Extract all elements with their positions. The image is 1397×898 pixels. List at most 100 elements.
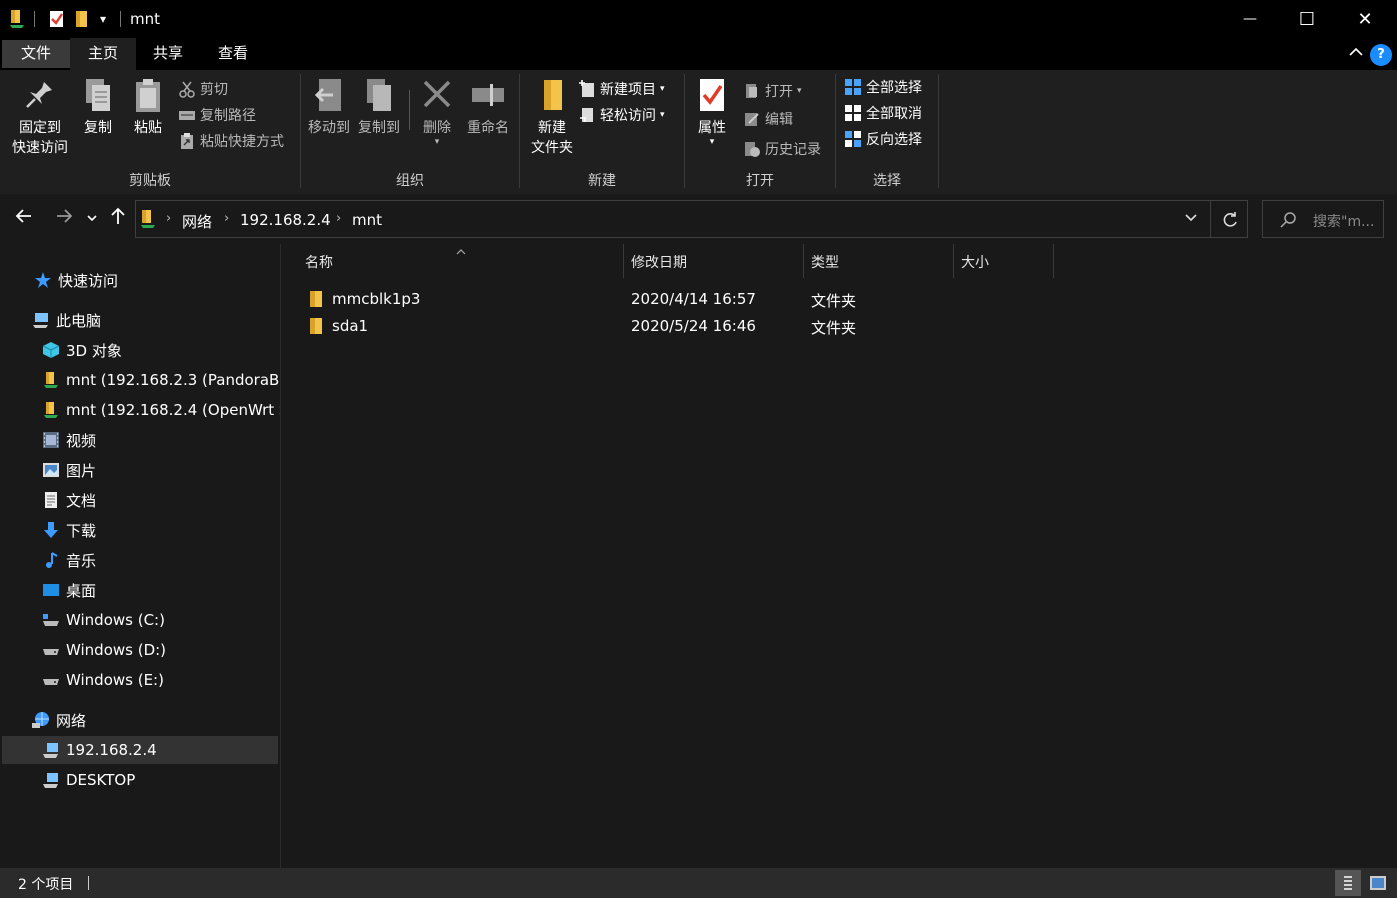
new-folder-icon[interactable] <box>74 8 90 30</box>
help-icon[interactable]: ? <box>1370 44 1392 66</box>
new-folder-button[interactable]: 新建 文件夹 <box>524 76 580 158</box>
nav-music[interactable]: 音乐 <box>0 546 280 574</box>
recent-locations-chevron-icon[interactable] <box>82 206 102 230</box>
nav-documents[interactable]: 文档 <box>0 486 280 514</box>
move-to-button[interactable]: 移动到 <box>305 76 353 138</box>
folder-icon <box>309 291 323 307</box>
column-name[interactable]: 名称 <box>305 252 333 272</box>
nav-quick-access[interactable]: 快速访问 <box>0 266 280 294</box>
copy-to-button[interactable]: 复制到 <box>355 76 403 138</box>
nav-desktop[interactable]: 桌面 <box>0 576 280 604</box>
nav-downloads[interactable]: 下载 <box>0 516 280 544</box>
ribbon-tabs: 文件 主页 共享 查看 ? <box>0 38 1397 70</box>
easy-access-button[interactable]: 轻松访问 ▾ <box>578 104 665 126</box>
properties-icon[interactable] <box>48 8 66 30</box>
chevron-up-icon[interactable] <box>1348 46 1364 62</box>
breadcrumb-network[interactable]: 网络 <box>182 211 212 232</box>
close-button[interactable]: ✕ <box>1342 0 1388 38</box>
select-group-label: 选择 <box>873 173 901 189</box>
maximize-button[interactable]: ☐ <box>1284 0 1330 38</box>
window-title: mnt <box>130 10 160 28</box>
network-drive-icon <box>42 401 60 419</box>
nav-this-pc[interactable]: 此电脑 <box>0 306 280 334</box>
address-history-chevron-icon[interactable] <box>1184 212 1198 228</box>
copy-icon <box>80 76 116 114</box>
nav-drive-c[interactable]: Windows (C:) <box>0 606 280 634</box>
nav-pictures[interactable]: 图片 <box>0 456 280 484</box>
tab-share[interactable]: 共享 <box>136 38 200 70</box>
network-globe-icon <box>32 711 50 729</box>
clipboard-group-label: 剪贴板 <box>129 173 171 189</box>
nav-drive-e[interactable]: Windows (E:) <box>0 666 280 694</box>
nav-3d-objects[interactable]: 3D 对象 <box>0 336 280 364</box>
large-icons-view-icon[interactable] <box>1365 870 1391 896</box>
select-none-icon <box>844 104 862 122</box>
refresh-icon[interactable] <box>1220 210 1240 234</box>
network-folder-icon <box>140 209 156 233</box>
search-icon <box>1279 211 1297 233</box>
edit-button[interactable]: 编辑 <box>743 108 793 130</box>
search-box[interactable]: 搜索"m... <box>1262 200 1384 238</box>
status-bar: 2 个项目 <box>0 868 1397 898</box>
forward-arrow-icon[interactable] <box>52 206 76 230</box>
music-note-icon <box>42 551 60 569</box>
file-modified: 2020/5/24 16:46 <box>631 317 756 335</box>
new-group-label: 新建 <box>588 173 616 189</box>
select-all-icon <box>844 78 862 96</box>
details-view-icon[interactable] <box>1335 870 1361 896</box>
computer-icon <box>42 771 60 789</box>
column-size[interactable]: 大小 <box>961 252 989 272</box>
select-all-button[interactable]: 全部选择 <box>844 76 922 98</box>
history-icon <box>743 140 761 158</box>
organize-group: 移动到 复制到 删除 ▾ 重命名 组织 <box>301 70 519 194</box>
nav-host-selected[interactable]: 192.168.2.4 <box>2 736 278 764</box>
open-button[interactable]: 打开 ▾ <box>743 80 802 102</box>
new-item-icon <box>578 80 596 98</box>
new-item-button[interactable]: 新建项目 ▾ <box>578 78 665 100</box>
file-row[interactable]: mmcblk1p3 2020/4/14 16:57 文件夹 <box>301 286 901 312</box>
copy-button[interactable]: 复制 <box>78 76 118 138</box>
file-name: mmcblk1p3 <box>332 290 421 308</box>
paste-button[interactable]: 粘贴 <box>128 76 168 138</box>
nav-network[interactable]: 网络 <box>0 706 280 734</box>
clipboard-icon <box>130 76 166 114</box>
address-bar[interactable]: › 网络 › 192.168.2.4 › mnt <box>135 200 1248 238</box>
pin-quick-access-button[interactable]: 固定到 快速访问 <box>8 76 72 158</box>
history-button[interactable]: 历史记录 <box>743 138 821 160</box>
delete-button[interactable]: 删除 ▾ <box>417 76 457 147</box>
cut-button[interactable]: 剪切 <box>178 78 228 100</box>
file-row[interactable]: sda1 2020/5/24 16:46 文件夹 <box>301 313 901 339</box>
search-placeholder: 搜索"m... <box>1313 214 1375 230</box>
organize-group-label: 组织 <box>396 173 424 189</box>
column-type[interactable]: 类型 <box>811 252 839 272</box>
nav-mnt-pandorabox[interactable]: mnt (192.168.2.3 (PandoraBox <box>0 366 280 394</box>
pencil-icon <box>743 110 761 128</box>
tab-home[interactable]: 主页 <box>70 38 136 70</box>
invert-selection-button[interactable]: 反向选择 <box>844 128 922 150</box>
open-group: 属性 ▾ 打开 ▾ 编辑 历史记录 打开 <box>685 70 835 194</box>
copy-to-icon <box>361 76 397 114</box>
nav-mnt-openwrt[interactable]: mnt (192.168.2.4 (OpenWrt SMB <box>0 396 280 424</box>
nav-desktop-host[interactable]: DESKTOP <box>0 766 280 794</box>
column-modified[interactable]: 修改日期 <box>631 252 687 272</box>
paste-shortcut-button[interactable]: 粘贴快捷方式 <box>178 130 284 152</box>
select-none-button[interactable]: 全部取消 <box>844 102 922 124</box>
rename-button[interactable]: 重命名 <box>463 76 513 138</box>
customize-quick-access-icon[interactable]: ▾ <box>100 8 106 30</box>
tab-file[interactable]: 文件 <box>2 40 70 68</box>
tab-view[interactable]: 查看 <box>200 38 266 70</box>
system-drive-icon <box>42 611 60 629</box>
breadcrumb-host[interactable]: 192.168.2.4 <box>240 211 331 229</box>
new-group: 新建 文件夹 新建项目 ▾ 轻松访问 ▾ 新建 <box>520 70 684 194</box>
desktop-icon <box>42 581 60 599</box>
nav-drive-d[interactable]: Windows (D:) <box>0 636 280 664</box>
breadcrumb-mnt[interactable]: mnt <box>352 211 382 229</box>
paste-shortcut-icon <box>178 132 196 150</box>
back-arrow-icon[interactable] <box>12 206 36 230</box>
properties-button[interactable]: 属性 ▾ <box>691 76 733 147</box>
copy-path-button[interactable]: 复制路径 <box>178 104 256 126</box>
up-arrow-icon[interactable] <box>106 206 130 230</box>
sort-ascending-icon <box>455 244 467 260</box>
minimize-button[interactable]: — <box>1227 0 1273 38</box>
nav-videos[interactable]: 视频 <box>0 426 280 454</box>
